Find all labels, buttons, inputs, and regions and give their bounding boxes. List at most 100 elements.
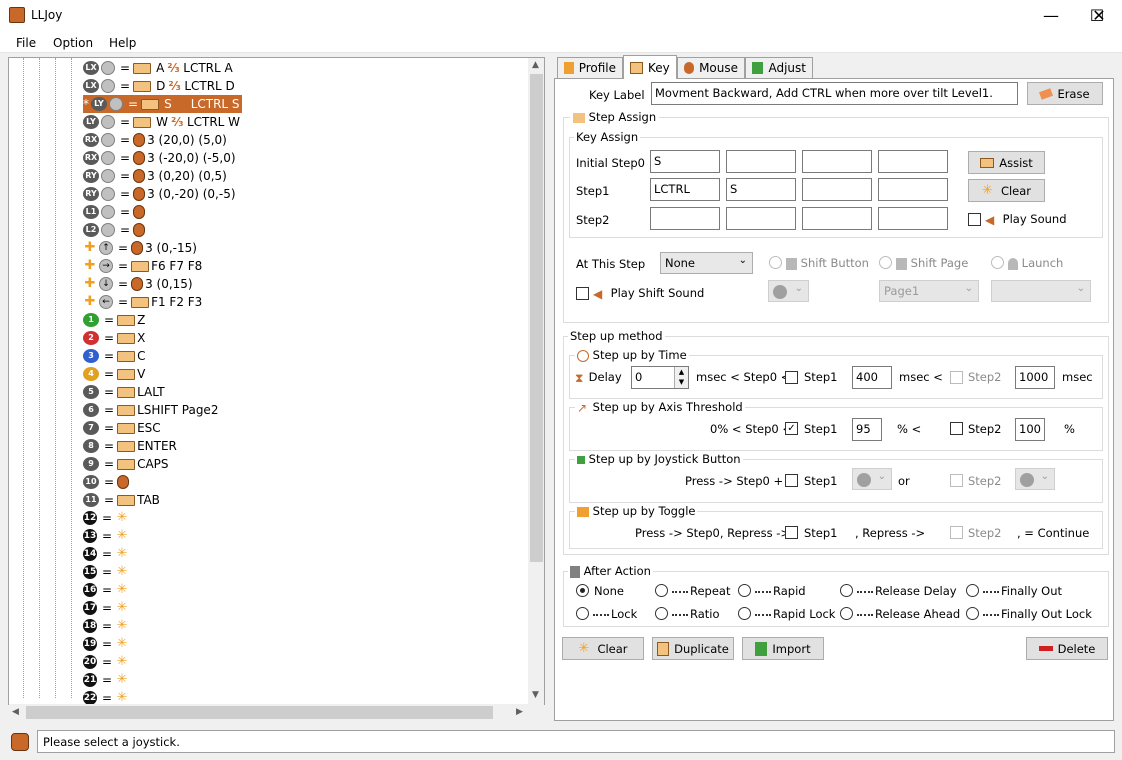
assign-button[interactable]: Assist	[968, 151, 1045, 174]
after-action-radio[interactable]	[966, 584, 979, 597]
after-action-radio[interactable]	[966, 607, 979, 620]
tree-row[interactable]: 14 = ✳	[83, 545, 131, 563]
step0-key-1[interactable]: S	[650, 150, 720, 173]
play-sound-checkbox[interactable]	[968, 213, 981, 226]
tree-row[interactable]: ✚ ↓ = 3 (0,15)	[83, 275, 193, 293]
tree-row[interactable]: 6 = LSHIFT Page2	[83, 401, 218, 419]
after-action-radio[interactable]	[576, 584, 589, 597]
tree-row[interactable]: 21 = ✳	[83, 671, 131, 689]
step1-key-2[interactable]: S	[726, 178, 796, 201]
at-this-step-select[interactable]: None ⌄	[660, 252, 753, 274]
step2-key-4[interactable]	[878, 207, 948, 230]
delete-button[interactable]: Delete	[1026, 637, 1108, 660]
scroll-up-icon[interactable]: ▲	[532, 60, 539, 70]
tree-row[interactable]: 7 = ESC	[83, 419, 161, 437]
toggle-step1-checkbox[interactable]	[785, 526, 798, 539]
tree-row[interactable]: L1 =	[83, 203, 147, 221]
launch-radio[interactable]	[991, 256, 1004, 269]
tree-row[interactable]: ✚ → = F6 F7 F8	[83, 257, 202, 275]
after-action-radio[interactable]	[738, 584, 751, 597]
clear-keys-button[interactable]: ✳ Clear	[968, 179, 1045, 202]
key-label-input[interactable]: Movment Backward, Add CTRL when more ove…	[651, 82, 1018, 105]
menu-option[interactable]: Option	[53, 36, 93, 50]
axis-step1-input[interactable]: 95	[852, 418, 882, 441]
after-action-radio[interactable]	[738, 607, 751, 620]
erase-button[interactable]: Erase	[1027, 82, 1103, 105]
tab-key[interactable]: Key	[623, 55, 677, 79]
scroll-down-icon[interactable]: ▼	[532, 690, 539, 700]
tree-row[interactable]: RY = 3 (0,-20) (0,-5)	[83, 185, 236, 203]
scroll-right-icon[interactable]: ▶	[516, 707, 523, 717]
play-shift-sound-checkbox[interactable]	[576, 287, 589, 300]
tab-mouse[interactable]: Mouse	[677, 57, 745, 78]
tree-row[interactable]: LX = D ⅔ LCTRL D	[83, 77, 235, 95]
tree-row[interactable]: 9 = CAPS	[83, 455, 169, 473]
tree-row[interactable]: 2 = X	[83, 329, 145, 347]
time-step1-checkbox[interactable]	[785, 371, 798, 384]
toggle-step2-checkbox[interactable]	[950, 526, 963, 539]
shift-page-select[interactable]: Page1 ⌄	[879, 280, 979, 302]
step0-key-3[interactable]	[802, 150, 872, 173]
step1-key-1[interactable]: LCTRL	[650, 178, 720, 201]
axis-step2-input[interactable]: 100	[1015, 418, 1045, 441]
minimize-button[interactable]: —	[1028, 0, 1074, 31]
tree-row[interactable]: 16 = ✳	[83, 581, 131, 599]
tree-row[interactable]: 1 = Z	[83, 311, 145, 329]
clear-button[interactable]: ✳ Clear	[562, 637, 644, 660]
tree-row[interactable]: RX = 3 (20,0) (5,0)	[83, 131, 227, 149]
tree-row[interactable]: RY = 3 (0,20) (0,5)	[83, 167, 227, 185]
after-action-radio[interactable]	[655, 584, 668, 597]
button-step1-checkbox[interactable]	[785, 474, 798, 487]
tree-row[interactable]: * LY = S ⅔ LCTRL S	[83, 95, 242, 113]
spin-up-icon[interactable]: ▲	[679, 368, 684, 376]
button-step1-select[interactable]: ⌄	[852, 468, 892, 490]
step1-key-4[interactable]	[878, 178, 948, 201]
tree-row[interactable]: 19 = ✳	[83, 635, 131, 653]
tree-row[interactable]: 18 = ✳	[83, 617, 131, 635]
tree-row[interactable]: 8 = ENTER	[83, 437, 177, 455]
tree-row[interactable]: ✚ ↑ = 3 (0,-15)	[83, 239, 197, 257]
import-button[interactable]: Import	[742, 637, 824, 660]
button-step2-select[interactable]: ⌄	[1015, 468, 1055, 490]
axis-step1-checkbox[interactable]: ✓	[785, 422, 798, 435]
delay-spinner[interactable]: ▲ ▼	[674, 367, 688, 388]
tree-row[interactable]: L2 =	[83, 221, 147, 239]
step0-key-4[interactable]	[878, 150, 948, 173]
time-step2-checkbox[interactable]	[950, 371, 963, 384]
tree-row[interactable]: 13 = ✳	[83, 527, 131, 545]
tab-adjust[interactable]: Adjust	[745, 57, 813, 78]
assignment-tree[interactable]: LX = A ⅔ LCTRL A LX = D ⅔ LCTRL D * LY = S ⅔ LCTRL S LY =…	[8, 57, 545, 705]
menu-help[interactable]: Help	[109, 36, 136, 50]
tree-hscroll-thumb[interactable]	[26, 706, 493, 719]
step1-key-3[interactable]	[802, 178, 872, 201]
menu-file[interactable]: File	[16, 36, 36, 50]
tree-row[interactable]: 12 = ✳	[83, 509, 131, 527]
tree-row[interactable]: LY = W ⅔ LCTRL W	[83, 113, 240, 131]
button-step2-checkbox[interactable]	[950, 474, 963, 487]
step2-key-2[interactable]	[726, 207, 796, 230]
tree-row[interactable]: 4 = V	[83, 365, 145, 383]
shift-page-radio[interactable]	[879, 256, 892, 269]
launch-select[interactable]: ⌄	[991, 280, 1091, 302]
scroll-left-icon[interactable]: ◀	[12, 707, 19, 717]
tree-row[interactable]: 17 = ✳	[83, 599, 131, 617]
axis-step2-checkbox[interactable]	[950, 422, 963, 435]
duplicate-button[interactable]: Duplicate	[652, 637, 734, 660]
tree-scroll-thumb[interactable]	[530, 74, 543, 562]
tree-row[interactable]: 5 = LALT	[83, 383, 165, 401]
tree-row[interactable]: RX = 3 (-20,0) (-5,0)	[83, 149, 236, 167]
tree-row[interactable]: 20 = ✳	[83, 653, 131, 671]
time-step1-input[interactable]: 400	[852, 366, 892, 389]
step0-key-2[interactable]	[726, 150, 796, 173]
close-button[interactable]: ✕	[1076, 0, 1122, 31]
tree-row[interactable]: ✚ ← = F1 F2 F3	[83, 293, 202, 311]
tree-row[interactable]: 3 = C	[83, 347, 145, 365]
step2-key-3[interactable]	[802, 207, 872, 230]
tab-profile[interactable]: Profile	[557, 57, 623, 78]
after-action-radio[interactable]	[840, 584, 853, 597]
after-action-radio[interactable]	[576, 607, 589, 620]
tree-row[interactable]: 10 =	[83, 473, 131, 491]
step2-key-1[interactable]	[650, 207, 720, 230]
after-action-radio[interactable]	[655, 607, 668, 620]
tree-row[interactable]: 15 = ✳	[83, 563, 131, 581]
